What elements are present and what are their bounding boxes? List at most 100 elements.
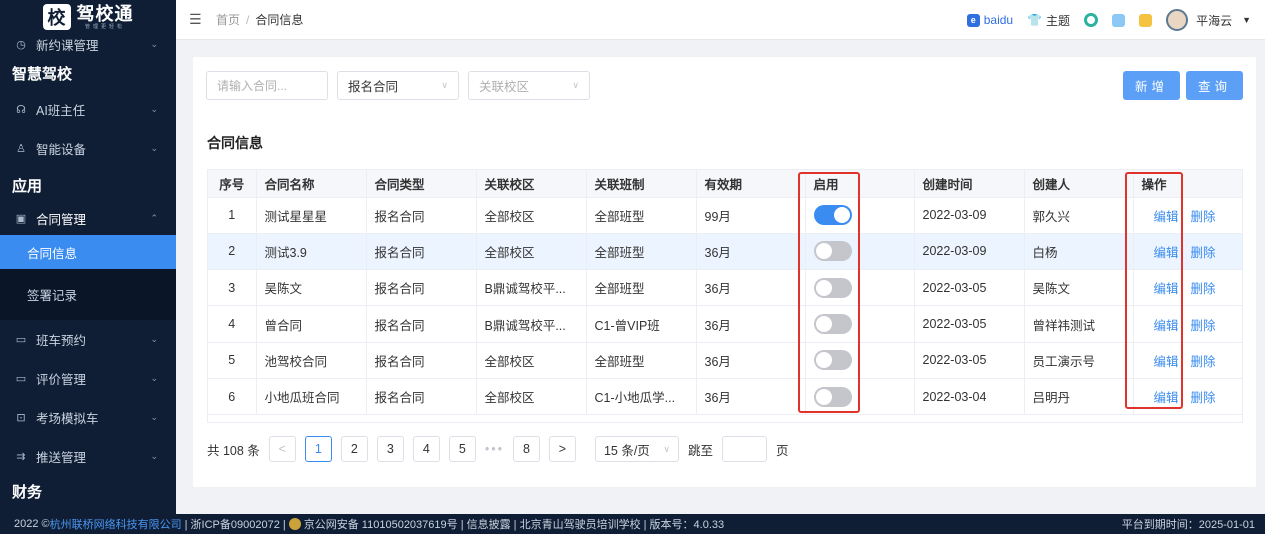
bus-icon: ▭ bbox=[15, 334, 27, 346]
col-header-type: 合同类型 bbox=[366, 170, 477, 198]
page-unit-label: 页 bbox=[775, 443, 789, 458]
row-campus: 全部校区 bbox=[476, 233, 587, 271]
chevron-down-icon: ∨ bbox=[572, 80, 579, 90]
sidebar-item-reviews[interactable]: ▭ 评价管理 ⌄ bbox=[0, 359, 176, 398]
col-header-index: 序号 bbox=[208, 170, 257, 198]
contract-search-input[interactable]: 请输入合同... bbox=[206, 71, 328, 100]
row-created: 2022-03-05 bbox=[914, 342, 1025, 379]
breadcrumb-current: 合同信息 bbox=[255, 13, 304, 27]
row-index: 6 bbox=[208, 378, 257, 416]
row-type: 报名合同 bbox=[366, 197, 477, 234]
table-row: 6 小地瓜班合同 报名合同 全部校区 C1-小地瓜学... 36月 2022-03-04 吕明… bbox=[208, 378, 1242, 416]
page-title: 合同信息 bbox=[207, 135, 263, 151]
comment-icon: ▭ bbox=[15, 373, 27, 385]
col-header-class: 关联班制 bbox=[586, 170, 697, 198]
baidu-link[interactable]: e baidu bbox=[966, 13, 1013, 27]
menu-fold-icon[interactable]: ☰ bbox=[189, 11, 203, 28]
row-campus: B鼎诚驾校平... bbox=[476, 269, 587, 307]
company-link[interactable]: 杭州联桥网络科技有限公司 bbox=[50, 516, 182, 532]
folder-icon[interactable] bbox=[1139, 13, 1153, 27]
refresh-icon[interactable] bbox=[1084, 13, 1099, 27]
main-card: 请输入合同... 报名合同 ∨ 关联校区 ∨ 新增 查询 合同信息 序号 合同名… bbox=[193, 57, 1256, 487]
row-name: 测试3.9 bbox=[256, 233, 367, 271]
row-creator: 郭久兴 bbox=[1024, 197, 1134, 234]
sidebar-item-label: 班车预约 bbox=[36, 334, 87, 348]
campus-select[interactable]: 关联校区 ∨ bbox=[468, 71, 590, 100]
col-header-validity: 有效期 bbox=[696, 170, 806, 198]
row-class: 全部班型 bbox=[586, 233, 697, 271]
caret-down-icon: ▼ bbox=[1242, 15, 1251, 25]
delete-link[interactable]: 删除 bbox=[1191, 282, 1216, 296]
sidebar-item-contract-info[interactable]: 合同信息 bbox=[0, 235, 176, 269]
delete-link[interactable]: 删除 bbox=[1191, 210, 1216, 224]
row-name: 小地瓜班合同 bbox=[256, 378, 367, 416]
row-created: 2022-03-05 bbox=[914, 305, 1025, 343]
delete-link[interactable]: 删除 bbox=[1191, 319, 1216, 333]
query-button[interactable]: 查询 bbox=[1186, 71, 1243, 100]
logo[interactable]: 校 驾校通 管理更轻松 bbox=[0, 0, 176, 34]
screen-icon[interactable] bbox=[1112, 13, 1126, 27]
chevron-down-icon: ⌄ bbox=[150, 334, 158, 344]
col-header-name: 合同名称 bbox=[256, 170, 367, 198]
logo-subtitle: 管理更轻松 bbox=[84, 23, 125, 30]
row-validity: 36月 bbox=[696, 342, 806, 379]
sidebar-item-devices[interactable]: ♙ 智能设备 ⌄ bbox=[0, 129, 176, 168]
sidebar: 校 驾校通 管理更轻松 ◷ 新约课管理 ⌄ 智慧驾校 ☊ AI班主任 ⌄ ♙ 智… bbox=[0, 0, 176, 514]
total-count: 共 108 条 bbox=[207, 443, 260, 458]
page-size-select[interactable]: 15 条/页 ∨ bbox=[594, 436, 679, 462]
sidebar-item-contracts[interactable]: ▣ 合同管理 ⌃ bbox=[0, 202, 176, 235]
sidebar-item-ai[interactable]: ☊ AI班主任 ⌄ bbox=[0, 90, 176, 129]
police-badge-icon bbox=[288, 518, 301, 530]
page-button-3[interactable]: 3 bbox=[376, 436, 404, 462]
row-creator: 吴陈文 bbox=[1024, 269, 1134, 307]
table-header-row: 序号 合同名称 合同类型 关联校区 关联班制 有效期 启用 创建时间 创建人 操… bbox=[208, 170, 1242, 198]
page-button-4[interactable]: 4 bbox=[412, 436, 440, 462]
push-icon: ⇉ bbox=[16, 451, 26, 463]
row-class: C1-曾VIP班 bbox=[586, 305, 697, 343]
more-pages[interactable]: ••• bbox=[485, 442, 504, 456]
sidebar-item-push[interactable]: ⇉ 推送管理 ⌄ bbox=[0, 437, 176, 476]
chevron-down-icon: ⌄ bbox=[150, 143, 158, 153]
sidebar-item-new-booking[interactable]: ◷ 新约课管理 ⌄ bbox=[0, 32, 176, 56]
chevron-down-icon: ∨ bbox=[441, 80, 448, 90]
highlight-enabled-column bbox=[798, 172, 860, 413]
chevron-down-icon: ∨ bbox=[663, 443, 670, 454]
delete-link[interactable]: 删除 bbox=[1191, 355, 1216, 369]
pagination: 共 108 条 < 1 2 3 4 5 ••• 8 > 15 条/页 ∨ 跳至 … bbox=[207, 436, 788, 462]
app-root: 校 驾校通 管理更轻松 ◷ 新约课管理 ⌄ 智慧驾校 ☊ AI班主任 ⌄ ♙ 智… bbox=[0, 0, 1265, 534]
add-button[interactable]: 新增 bbox=[1123, 71, 1180, 100]
sidebar-item-bus[interactable]: ▭ 班车预约 ⌄ bbox=[0, 320, 176, 359]
avatar bbox=[1166, 9, 1189, 31]
user-menu[interactable]: 平海云 ▼ bbox=[1166, 9, 1251, 31]
table-row: 3 吴陈文 报名合同 B鼎诚驾校平... 全部班型 36月 2022-03-05 吴陈文 编辑删… bbox=[208, 269, 1242, 307]
contract-icon: ▣ bbox=[15, 213, 27, 225]
row-validity: 36月 bbox=[696, 233, 806, 271]
row-name: 测试星星星 bbox=[256, 197, 367, 234]
theme-button[interactable]: 👕 主题 bbox=[1027, 12, 1070, 29]
breadcrumb-home[interactable]: 首页 bbox=[216, 13, 240, 27]
page-button-2[interactable]: 2 bbox=[340, 436, 368, 462]
row-type: 报名合同 bbox=[366, 269, 477, 307]
chevron-down-icon: ⌄ bbox=[150, 412, 158, 422]
delete-link[interactable]: 删除 bbox=[1191, 391, 1216, 405]
row-type: 报名合同 bbox=[366, 305, 477, 343]
submenu-contracts: 合同信息 签署记录 bbox=[0, 235, 176, 320]
contract-type-select[interactable]: 报名合同 ∨ bbox=[337, 71, 459, 100]
sidebar-item-label: AI班主任 bbox=[36, 104, 86, 118]
prev-page-button[interactable]: < bbox=[268, 436, 296, 462]
sidebar-item-sign-records[interactable]: 签署记录 bbox=[0, 269, 176, 320]
jump-page-input[interactable] bbox=[721, 436, 767, 462]
sidebar-item-label: 智能设备 bbox=[36, 143, 87, 157]
row-index: 4 bbox=[208, 305, 257, 343]
page-button-5[interactable]: 5 bbox=[448, 436, 476, 462]
expiry-text: 平台到期时间：2025-01-01 bbox=[1121, 519, 1255, 531]
delete-link[interactable]: 删除 bbox=[1191, 246, 1216, 260]
row-class: 全部班型 bbox=[586, 342, 697, 379]
row-creator: 曾祥祎测试 bbox=[1024, 305, 1134, 343]
sidebar-item-sim-car[interactable]: ⊡ 考场模拟车 ⌄ bbox=[0, 398, 176, 437]
next-page-button[interactable]: > bbox=[548, 436, 576, 462]
page-button-last[interactable]: 8 bbox=[512, 436, 540, 462]
row-validity: 36月 bbox=[696, 378, 806, 416]
page-button-1[interactable]: 1 bbox=[304, 436, 332, 462]
car-icon: ⊡ bbox=[16, 412, 26, 424]
